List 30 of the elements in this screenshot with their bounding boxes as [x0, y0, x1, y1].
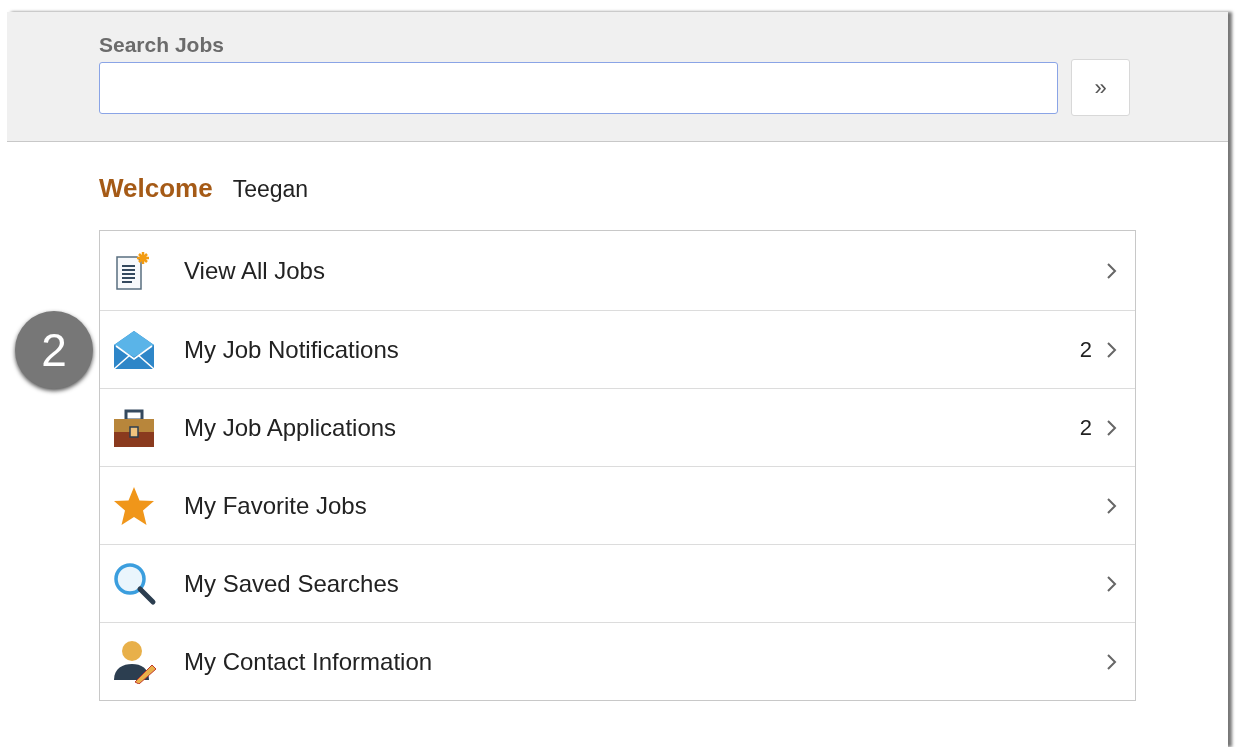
menu-item[interactable]: My Saved Searches	[100, 544, 1135, 622]
item-count: 2	[1079, 414, 1092, 441]
item-count: 2	[1079, 336, 1092, 363]
menu-item-label: My Job Notifications	[184, 335, 400, 364]
chevron-icon	[1106, 496, 1117, 515]
menu-item[interactable]: My Contact Information	[100, 622, 1135, 700]
chevron-icon	[1106, 261, 1117, 280]
search-field[interactable]	[99, 61, 1058, 114]
chevron-icon	[1106, 418, 1117, 437]
step-badge: 2	[15, 311, 93, 389]
chevron-icon	[1106, 574, 1117, 593]
menu-item-label: My Contact Information	[184, 647, 434, 676]
search-button[interactable]: »	[1071, 59, 1130, 116]
menu-item-label: View All Jobs	[184, 256, 326, 285]
chevron-icon	[1106, 340, 1117, 359]
search-label: Search Jobs	[99, 33, 224, 57]
envelope-icon	[113, 328, 155, 371]
chevron-icon	[1106, 652, 1117, 671]
menu-item-label: My Saved Searches	[184, 569, 400, 598]
menu-item[interactable]: My Job Notifications 2	[100, 310, 1135, 388]
star-icon	[113, 485, 155, 526]
menu-item-label: My Job Applications	[184, 413, 398, 442]
search-icon	[113, 561, 157, 606]
menu-item[interactable]: My Job Applications 2	[100, 388, 1135, 466]
user-name: Teegan	[232, 176, 309, 203]
menu-item[interactable]: View All Jobs	[100, 231, 1135, 310]
person-edit-icon	[113, 639, 157, 684]
menu-item-label: My Favorite Jobs	[184, 491, 368, 520]
welcome-text: Welcome	[99, 173, 213, 204]
menu-item[interactable]: My Favorite Jobs	[100, 466, 1135, 544]
